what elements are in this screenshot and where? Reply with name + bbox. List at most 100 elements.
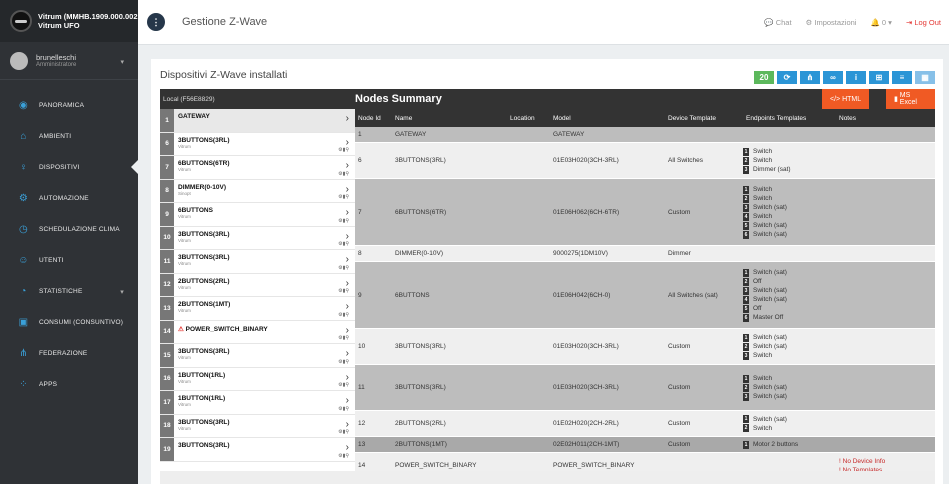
node-actions-icon[interactable]: ⚙▮⚲ xyxy=(338,194,349,200)
user-panel[interactable]: brunelleschi Amministratore ▾ xyxy=(0,42,138,80)
node-name-text: 6BUTTONS xyxy=(178,207,213,214)
node-number: 18 xyxy=(160,414,174,437)
chevron-right-icon[interactable]: › xyxy=(346,442,349,453)
table-row[interactable]: 13 2BUTTONS(1MT) 02E02H011(2CH-1MT) Custom 1… xyxy=(355,437,935,453)
refresh-icon[interactable]: ⟳ xyxy=(777,71,797,84)
scroll-area[interactable] xyxy=(160,471,935,484)
chevron-right-icon[interactable]: › xyxy=(346,160,349,171)
chevron-right-icon[interactable]: › xyxy=(346,395,349,406)
table-row[interactable]: 9 6BUTTONS 01E06H042(6CH-0) All Switches (s… xyxy=(355,262,935,329)
node-list-item[interactable]: 16 1BUTTON(1RL) Vitrum › ⚙▮⚲ xyxy=(160,367,355,391)
table-row[interactable]: 1 GATEWAY GATEWAY xyxy=(355,127,935,143)
endpoint-label: Motor 2 buttons xyxy=(753,441,799,448)
table-row[interactable]: 11 3BUTTONS(3RL) 01E03H020(3CH-3RL) Custom 1… xyxy=(355,365,935,411)
export-excel-button[interactable]: ▮ MS Excel xyxy=(886,89,935,109)
chevron-right-icon[interactable]: › xyxy=(346,207,349,218)
cell-model: 01E03H020(3CH-3RL) xyxy=(553,384,619,391)
node-list-item[interactable]: 17 1BUTTON(1RL) Vitrum › ⚙▮⚲ xyxy=(160,391,355,415)
node-actions-icon[interactable]: ⚙▮⚲ xyxy=(338,265,349,271)
chevron-right-icon[interactable]: › xyxy=(346,301,349,312)
chevron-right-icon[interactable]: › xyxy=(346,184,349,195)
node-actions-icon[interactable]: ⚙▮⚲ xyxy=(338,241,349,247)
sidebar-item-consumi-consuntivo[interactable]: ▣ CONSUMI (CONSUNTIVO) xyxy=(0,307,138,338)
chevron-right-icon[interactable]: › xyxy=(346,231,349,242)
endpoint-index: 2 xyxy=(743,156,749,165)
grid-icon[interactable]: ▦ xyxy=(915,71,935,84)
menu-toggle-icon[interactable]: ⋮ xyxy=(147,13,165,31)
node-list-item[interactable]: 11 3BUTTONS(3RL) Vitrum › ⚙▮⚲ xyxy=(160,250,355,274)
chevron-right-icon[interactable]: › xyxy=(346,278,349,289)
table-row[interactable]: 6 3BUTTONS(3RL) 01E03H020(3CH-3RL) All Swit… xyxy=(355,143,935,179)
sidebar-item-automazione[interactable]: ⚙ AUTOMAZIONE xyxy=(0,183,138,214)
chevron-right-icon[interactable]: › xyxy=(346,325,349,336)
chat-link[interactable]: 💬 Chat xyxy=(764,18,791,27)
chevron-right-icon[interactable]: › xyxy=(346,137,349,148)
brand[interactable]: Vitrum (MMHB.1909.000.002 Vitrum UFO xyxy=(0,0,138,42)
node-list-item[interactable]: 10 3BUTTONS(3RL) Vitrum › ⚙▮⚲ xyxy=(160,226,355,250)
notifications-button[interactable]: 🔔 0 ▾ xyxy=(870,18,891,27)
topology-icon[interactable]: ⋔ xyxy=(800,71,820,84)
node-actions-icon[interactable]: ⚙▮⚲ xyxy=(338,453,349,459)
sidebar-item-panoramica[interactable]: ◉ PANORAMICA xyxy=(0,90,138,121)
table-row[interactable]: 12 2BUTTONS(2RL) 01E02H020(2CH-2RL) Custom 1… xyxy=(355,411,935,437)
sidebar-item-statistiche[interactable]: ◔ STATISTICHE ▾ xyxy=(0,276,138,307)
chevron-right-icon[interactable]: › xyxy=(346,419,349,430)
hierarchy-icon[interactable]: ⊞ xyxy=(869,71,889,84)
list-icon[interactable]: ≡ xyxy=(892,71,912,84)
node-actions-icon[interactable]: ⚙▮⚲ xyxy=(338,406,349,412)
table-row[interactable]: 7 6BUTTONS(6TR) 01E06H062(6CH-6TR) Custom 1 S… xyxy=(355,179,935,246)
sidebar-item-utenti[interactable]: ☺ UTENTI xyxy=(0,245,138,276)
endpoint-label: Switch xyxy=(753,186,773,193)
node-name: 3BUTTONS(3RL) xyxy=(178,227,355,238)
node-actions-icon[interactable]: ⚙▮⚲ xyxy=(338,171,349,177)
link-icon[interactable]: ∞ xyxy=(823,71,843,84)
endpoint-index: 1 xyxy=(743,147,749,156)
table-row[interactable]: 8 DIMMER(0-10V) 9000275(1DM10V) Dimmer xyxy=(355,246,935,262)
node-number: 19 xyxy=(160,438,174,461)
node-actions-icon[interactable]: ⚙▮⚲ xyxy=(338,335,349,341)
endpoints-cell: 1 Switch 2 Switch 3 Switch (sat) 4 Switch 5 Switc… xyxy=(743,179,836,245)
node-actions-icon[interactable]: ⚙▮⚲ xyxy=(338,429,349,435)
table-row[interactable]: 14 POWER_SWITCH_BINARY POWER_SWITCH_BINARY… xyxy=(355,453,935,471)
dashboard-icon: ◉ xyxy=(19,100,28,111)
chevron-right-icon[interactable]: › xyxy=(346,254,349,265)
chevron-right-icon[interactable]: › xyxy=(346,372,349,383)
endpoint-index: 4 xyxy=(743,295,749,304)
endpoint-label: Switch xyxy=(753,213,773,220)
node-list-item[interactable]: 18 3BUTTONS(3RL) Vitrum › ⚙▮⚲ xyxy=(160,414,355,438)
sidebar-item-apps[interactable]: ⁘ APPS xyxy=(0,369,138,400)
logout-button[interactable]: ⇥ Log Out xyxy=(906,18,941,27)
node-list-item[interactable]: 1 GATEWAY › xyxy=(160,109,355,133)
node-actions-icon[interactable]: ⚙▮⚲ xyxy=(338,147,349,153)
sidebar-item-dispositivi[interactable]: ♀ DISPOSITIVI xyxy=(0,152,138,183)
table-row[interactable]: 10 3BUTTONS(3RL) 01E03H020(3CH-3RL) Custom 1… xyxy=(355,329,935,365)
endpoint-index: 3 xyxy=(743,203,749,212)
node-list-item[interactable]: 7 6BUTTONS(6TR) Vitrum › ⚙▮⚲ xyxy=(160,156,355,180)
node-actions-icon[interactable]: ⚙▮⚲ xyxy=(338,359,349,365)
node-actions-icon[interactable]: ⚙▮⚲ xyxy=(338,218,349,224)
cell-tpl: Custom xyxy=(668,420,691,427)
info-icon[interactable]: i xyxy=(846,71,866,84)
export-html-button[interactable]: </> HTML xyxy=(822,89,870,109)
node-list-item[interactable]: 9 6BUTTONS Vitrum › ⚙▮⚲ xyxy=(160,203,355,227)
node-actions-icon[interactable]: ⚙▮⚲ xyxy=(338,288,349,294)
node-list-item[interactable]: 13 2BUTTONS(1MT) Vitrum › ⚙▮⚲ xyxy=(160,297,355,321)
node-list-item[interactable]: 6 3BUTTONS(3RL) Vitrum › ⚙▮⚲ xyxy=(160,132,355,156)
card-title: Dispositivi Z-Wave installati xyxy=(160,69,288,81)
chevron-right-icon[interactable]: › xyxy=(346,113,349,124)
node-actions-icon[interactable]: ⚙▮⚲ xyxy=(338,312,349,318)
cell-loc xyxy=(507,411,550,436)
node-list-item[interactable]: 8 DIMMER(0-10V) Sinopt › ⚙▮⚲ xyxy=(160,179,355,203)
notes-cell: ! No Device Info! No Templates xyxy=(836,453,935,472)
chevron-right-icon[interactable]: › xyxy=(346,348,349,359)
sidebar-item-ambienti[interactable]: ⌂ AMBIENTI xyxy=(0,121,138,152)
node-list-item[interactable]: 12 2BUTTONS(2RL) Vitrum › ⚙▮⚲ xyxy=(160,273,355,297)
node-list-item[interactable]: 15 3BUTTONS(3RL) Vitrum › ⚙▮⚲ xyxy=(160,344,355,368)
node-actions-icon[interactable]: ⚙▮⚲ xyxy=(338,382,349,388)
node-list-item[interactable]: 19 3BUTTONS(3RL) › ⚙▮⚲ xyxy=(160,438,355,462)
sidebar-item-federazione[interactable]: ⋔ FEDERAZIONE xyxy=(0,338,138,369)
sidebar-item-schedulazione-clima[interactable]: ◷ SCHEDULAZIONE CLIMA xyxy=(0,214,138,245)
settings-link[interactable]: ⚙ Impostazioni xyxy=(806,18,857,27)
excel-label: MS Excel xyxy=(899,92,917,106)
node-list-item[interactable]: 14 ⚠ POWER_SWITCH_BINARY › ⚙▮⚲ xyxy=(160,320,355,344)
